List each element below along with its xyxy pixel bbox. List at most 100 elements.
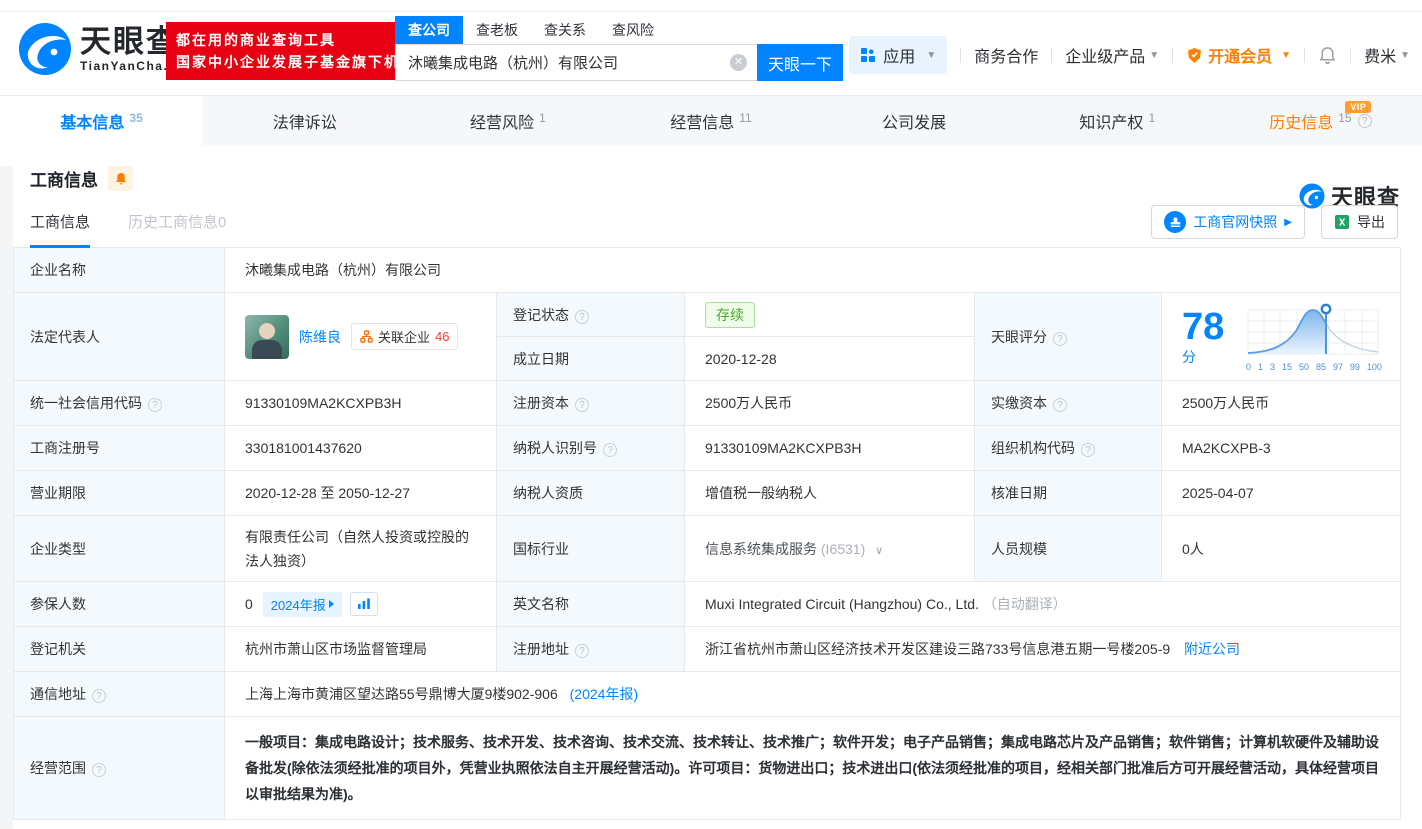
help-icon[interactable]: ? — [148, 398, 162, 412]
company-name-value: 沐曦集成电路（杭州）有限公司 — [225, 248, 1401, 293]
tab-count: 11 — [739, 111, 751, 125]
nearby-companies-link[interactable]: 附近公司 — [1184, 641, 1240, 657]
tab-count: 35 — [129, 111, 142, 125]
tab-intellectual-property[interactable]: 知识产权 1 — [1016, 96, 1219, 145]
table-row: 通信地址? 上海上海市黄浦区望达路55号鼎博大厦9楼902-906 (2024年… — [14, 672, 1401, 717]
score-distribution-chart: 01 315 5085 9799 100 — [1244, 301, 1384, 372]
table-row: 登记机关 杭州市萧山区市场监督管理局 注册地址? 浙江省杭州市萧山区经济技术开发… — [14, 627, 1401, 672]
arrow-right-icon — [329, 600, 334, 608]
reg-no-label: 工商注册号 — [14, 426, 225, 471]
search-area: 查公司 查老板 查关系 查风险 ✕ 天眼一下 — [395, 16, 843, 81]
table-row: 经营范围? 一般项目：集成电路设计；技术服务、技术开发、技术咨询、技术交流、技术… — [14, 717, 1401, 820]
help-icon[interactable]: ? — [603, 443, 617, 457]
help-icon[interactable]: ? — [575, 310, 589, 324]
notifications-bell[interactable] — [1318, 46, 1337, 65]
help-icon[interactable]: ? — [575, 398, 589, 412]
taxpayer-no-value: 91330109MA2KCXPB3H — [685, 426, 975, 471]
est-date-label: 成立日期 — [497, 337, 685, 381]
related-companies-badge[interactable]: 关联企业 46 — [351, 323, 458, 350]
mail-address-value: 上海上海市黄浦区望达路55号鼎博大厦9楼902-906 (2024年报) — [225, 672, 1401, 717]
search-tab-company[interactable]: 查公司 — [395, 16, 463, 44]
english-name-value: Muxi Integrated Circuit (Hangzhou) Co., … — [685, 582, 1401, 627]
tab-count: 1 — [1148, 111, 1155, 125]
tab-legal-proceedings[interactable]: 法律诉讼 — [203, 96, 406, 145]
bar-chart-icon — [357, 598, 371, 610]
business-scope-value: 一般项目：集成电路设计；技术服务、技术开发、技术咨询、技术交流、技术转让、技术推… — [225, 717, 1401, 820]
help-icon[interactable]: ? — [1053, 332, 1067, 346]
open-membership-menu[interactable]: 开通会员 ▼ — [1186, 43, 1291, 67]
annual-report-badge[interactable]: 2024年报 — [263, 592, 342, 617]
section-title: 工商信息 — [30, 166, 98, 191]
search-button[interactable]: 天眼一下 — [757, 44, 843, 81]
search-input[interactable] — [395, 44, 757, 81]
clear-search-icon[interactable]: ✕ — [730, 54, 747, 71]
header-nav: 应用 ▼ 商务合作 企业级产品 ▼ 开通会员 ▼ 费米 — [849, 36, 1410, 74]
legal-rep-avatar[interactable] — [245, 315, 289, 359]
help-icon[interactable]: ? — [575, 644, 589, 658]
apps-menu[interactable]: 应用 ▼ — [849, 36, 947, 74]
approve-date-value: 2025-04-07 — [1162, 471, 1401, 516]
tab-label: 基本信息 — [60, 109, 124, 133]
table-row: 企业名称 沐曦集成电路（杭州）有限公司 — [14, 248, 1401, 293]
reg-address-label: 注册地址? — [497, 627, 685, 672]
auto-translate-note: （自动翻译） — [983, 596, 1067, 612]
subtab-history-business-info[interactable]: 历史工商信息0 — [128, 211, 226, 248]
open-membership-label: 开通会员 — [1208, 43, 1272, 67]
industry-code: (I6531) — [821, 541, 865, 557]
chevron-down-icon: ▼ — [1149, 50, 1159, 61]
legal-rep-name-link[interactable]: 陈维良 — [299, 327, 341, 347]
official-snapshot-label: 工商官网快照 — [1193, 212, 1277, 232]
enterprise-products-menu[interactable]: 企业级产品 ▼ — [1065, 43, 1159, 67]
export-button[interactable]: 导出 — [1321, 205, 1398, 239]
chevron-down-icon[interactable]: ∨ — [875, 545, 883, 557]
legal-rep-label: 法定代表人 — [14, 293, 225, 381]
business-term-label: 营业期限 — [14, 471, 225, 516]
user-menu[interactable]: 费米 ▼ — [1364, 43, 1410, 67]
tianyancha-logo-icon — [18, 22, 72, 76]
tab-operating-risk[interactable]: 经营风险 1 — [406, 96, 609, 145]
official-snapshot-button[interactable]: 工商官网快照 ▶ — [1151, 205, 1305, 239]
search-tab-boss[interactable]: 查老板 — [463, 16, 531, 44]
org-network-icon — [360, 330, 373, 343]
tab-label: 历史信息 — [1269, 109, 1333, 133]
tab-history-info[interactable]: VIP 历史信息 15 ? — [1219, 96, 1422, 145]
paid-capital-label: 实缴资本? — [975, 381, 1162, 426]
annual-report-link[interactable]: (2024年报) — [570, 686, 638, 702]
help-icon[interactable]: ? — [1081, 443, 1095, 457]
search-tab-relation[interactable]: 查关系 — [531, 16, 599, 44]
english-name-label: 英文名称 — [497, 582, 685, 627]
help-icon[interactable]: ? — [1053, 398, 1067, 412]
nav-divider — [960, 48, 961, 63]
org-code-label: 组织机构代码? — [975, 426, 1162, 471]
reg-status-value: 存续 — [685, 293, 975, 337]
subscribe-bell-button[interactable] — [108, 166, 133, 191]
table-row: 企业类型 有限责任公司（自然人投资或控股的法人独资） 国标行业 信息系统集成服务… — [14, 516, 1401, 582]
nav-divider — [1051, 48, 1052, 63]
company-name-label: 企业名称 — [14, 248, 225, 293]
reg-capital-label: 注册资本? — [497, 381, 685, 426]
reg-authority-label: 登记机关 — [14, 627, 225, 672]
search-tab-risk[interactable]: 查风险 — [599, 16, 667, 44]
help-icon[interactable]: ? — [92, 689, 106, 703]
credit-code-value: 91330109MA2KCXPB3H — [225, 381, 497, 426]
business-info-table: 企业名称 沐曦集成电路（杭州）有限公司 法定代表人 陈维良 关 — [13, 247, 1401, 820]
slogan-banner: 都在用的商业查询工具 国家中小企业发展子基金旗下机构 — [166, 22, 426, 80]
tab-label: 经营信息 — [670, 109, 734, 133]
subtab-business-info[interactable]: 工商信息 — [30, 211, 90, 248]
help-icon[interactable]: ? — [1358, 114, 1372, 128]
tab-company-development[interactable]: 公司发展 — [813, 96, 1016, 145]
insured-trend-chart-button[interactable] — [350, 592, 378, 616]
table-row: 营业期限 2020-12-28 至 2050-12-27 纳税人资质 增值税一般… — [14, 471, 1401, 516]
chevron-down-icon: ▼ — [926, 50, 936, 61]
tab-basic-info[interactable]: 基本信息 35 — [0, 96, 203, 145]
insured-count-value: 0 2024年报 — [225, 582, 497, 627]
tab-label: 公司发展 — [882, 109, 946, 133]
related-companies-label: 关联企业 — [378, 327, 430, 346]
tyc-score-cell[interactable]: 78 分 — [1162, 293, 1401, 381]
business-term-value: 2020-12-28 至 2050-12-27 — [225, 471, 497, 516]
staff-size-value: 0人 — [1162, 516, 1401, 582]
help-icon[interactable]: ? — [92, 763, 106, 777]
reg-authority-value: 杭州市萧山区市场监督管理局 — [225, 627, 497, 672]
tab-operating-info[interactable]: 经营信息 11 — [609, 96, 812, 145]
business-cooperation-link[interactable]: 商务合作 — [974, 43, 1038, 67]
